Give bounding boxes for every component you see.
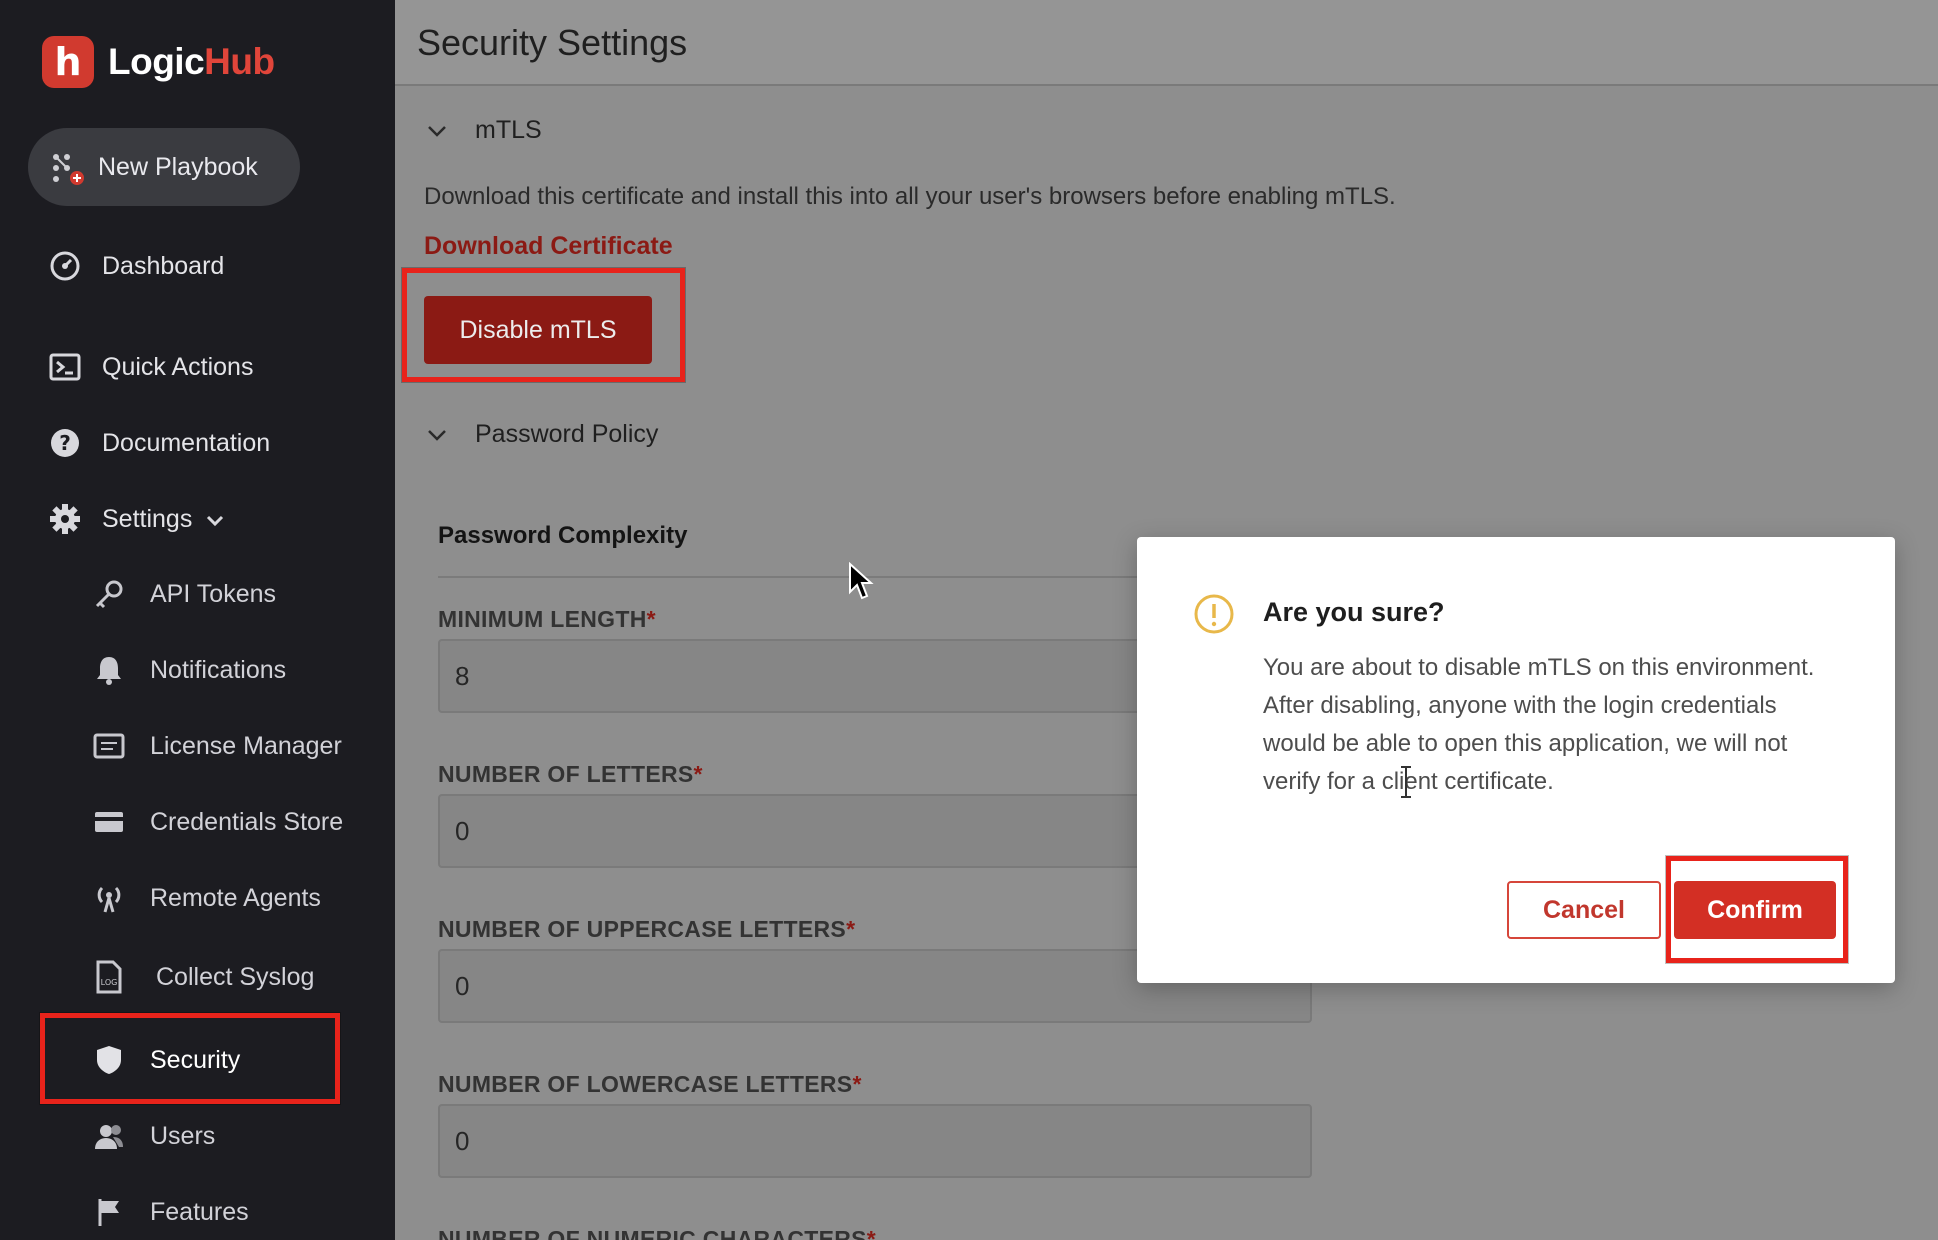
sidebar-item-notifications[interactable]: Notifications [92,653,286,687]
sidebar-item-credentials-store[interactable]: Credentials Store [92,805,343,839]
svg-text:?: ? [59,431,71,455]
page-title: Security Settings [417,22,688,63]
brand-logo[interactable]: h LogicHub [42,36,275,88]
chevron-down-icon [206,505,224,534]
sidebar-item-api-tokens[interactable]: API Tokens [92,577,276,611]
sidebar-item-remote-agents[interactable]: Remote Agents [92,881,321,915]
sidebar-item-collect-syslog[interactable]: LOG Collect Syslog [92,960,314,994]
key-icon [92,577,126,611]
broadcast-icon [92,881,126,915]
gear-icon [48,502,82,536]
confirm-dialog: Are you sure? You are about to disable m… [1137,537,1895,983]
terminal-icon [48,350,82,384]
sidebar-item-label: Features [150,1197,249,1226]
confirm-button[interactable]: Confirm [1674,881,1836,939]
new-playbook-button[interactable]: New Playbook [28,128,300,206]
number-of-lowercase-letters-label: NUMBER OF LOWERCASE LETTERS* [438,1071,862,1097]
number-of-lowercase-letters-input[interactable]: 0 [438,1104,1312,1178]
number-of-letters-label: NUMBER OF LETTERS* [438,761,703,787]
sidebar-item-quick-actions[interactable]: Quick Actions [48,350,253,384]
sidebar-item-license-manager[interactable]: License Manager [92,729,342,763]
users-icon [92,1119,126,1153]
minimum-length-label: MINIMUM LENGTH* [438,606,656,632]
chevron-down-icon [425,119,449,143]
chevron-down-icon [425,423,449,447]
sidebar: h LogicHub New Playbook Dashboard Quick … [0,0,395,1240]
mtls-heading: mTLS [475,116,542,144]
flag-icon [92,1195,126,1229]
sidebar-item-features[interactable]: Features [92,1195,249,1229]
log-file-icon: LOG [92,960,126,994]
new-playbook-label: New Playbook [98,152,258,181]
header: Security Settings [395,0,1938,86]
warning-icon [1193,593,1235,635]
sidebar-item-label: Security [150,1045,241,1074]
sidebar-item-label: Credentials Store [150,807,344,836]
logo-icon: h [42,36,94,88]
shield-icon [92,1043,126,1077]
mtls-section-toggle[interactable]: mTLS [425,116,542,145]
brand-name-part-1: Logic [108,41,205,82]
cancel-button[interactable]: Cancel [1507,881,1661,939]
bell-icon [92,653,126,687]
sidebar-item-documentation[interactable]: ? Documentation [48,426,270,460]
brand-name-part-2: Hub [204,41,275,82]
sidebar-item-label: Dashboard [102,251,225,280]
svg-text:LOG: LOG [101,978,118,987]
sidebar-item-users[interactable]: Users [92,1119,215,1153]
sidebar-item-label: Quick Actions [102,352,254,381]
sidebar-item-label: Remote Agents [150,883,321,912]
mtls-description: Download this certificate and install th… [424,183,1396,210]
sidebar-item-settings[interactable]: Settings [48,502,224,536]
brand-name: LogicHub [108,41,275,83]
sidebar-item-dashboard[interactable]: Dashboard [48,249,224,283]
sidebar-item-label: Users [150,1121,216,1150]
dashboard-icon [48,249,82,283]
license-icon [92,729,126,763]
sidebar-item-label: Settings [102,504,193,533]
help-icon: ? [48,426,82,460]
sidebar-item-security[interactable]: Security [92,1043,240,1077]
card-icon [92,805,126,839]
dialog-message: You are about to disable mTLS on this en… [1263,654,1815,795]
number-of-uppercase-letters-label: NUMBER OF UPPERCASE LETTERS* [438,916,856,942]
sidebar-item-label: Notifications [150,655,287,684]
sidebar-item-label: Collect Syslog [156,962,315,991]
password-complexity-heading: Password Complexity [438,522,688,549]
disable-mtls-button[interactable]: Disable mTLS [424,296,652,364]
playbook-add-icon [50,151,84,185]
password-policy-section-toggle[interactable]: Password Policy [425,420,658,449]
sidebar-item-label: License Manager [150,731,342,760]
password-policy-heading: Password Policy [475,420,659,448]
dialog-title: Are you sure? [1263,597,1445,627]
sidebar-item-label: API Tokens [150,579,277,608]
number-of-numeric-characters-label: NUMBER OF NUMERIC CHARACTERS* [438,1226,877,1240]
sidebar-item-label: Documentation [102,428,271,457]
download-certificate-link[interactable]: Download Certificate [424,232,673,261]
